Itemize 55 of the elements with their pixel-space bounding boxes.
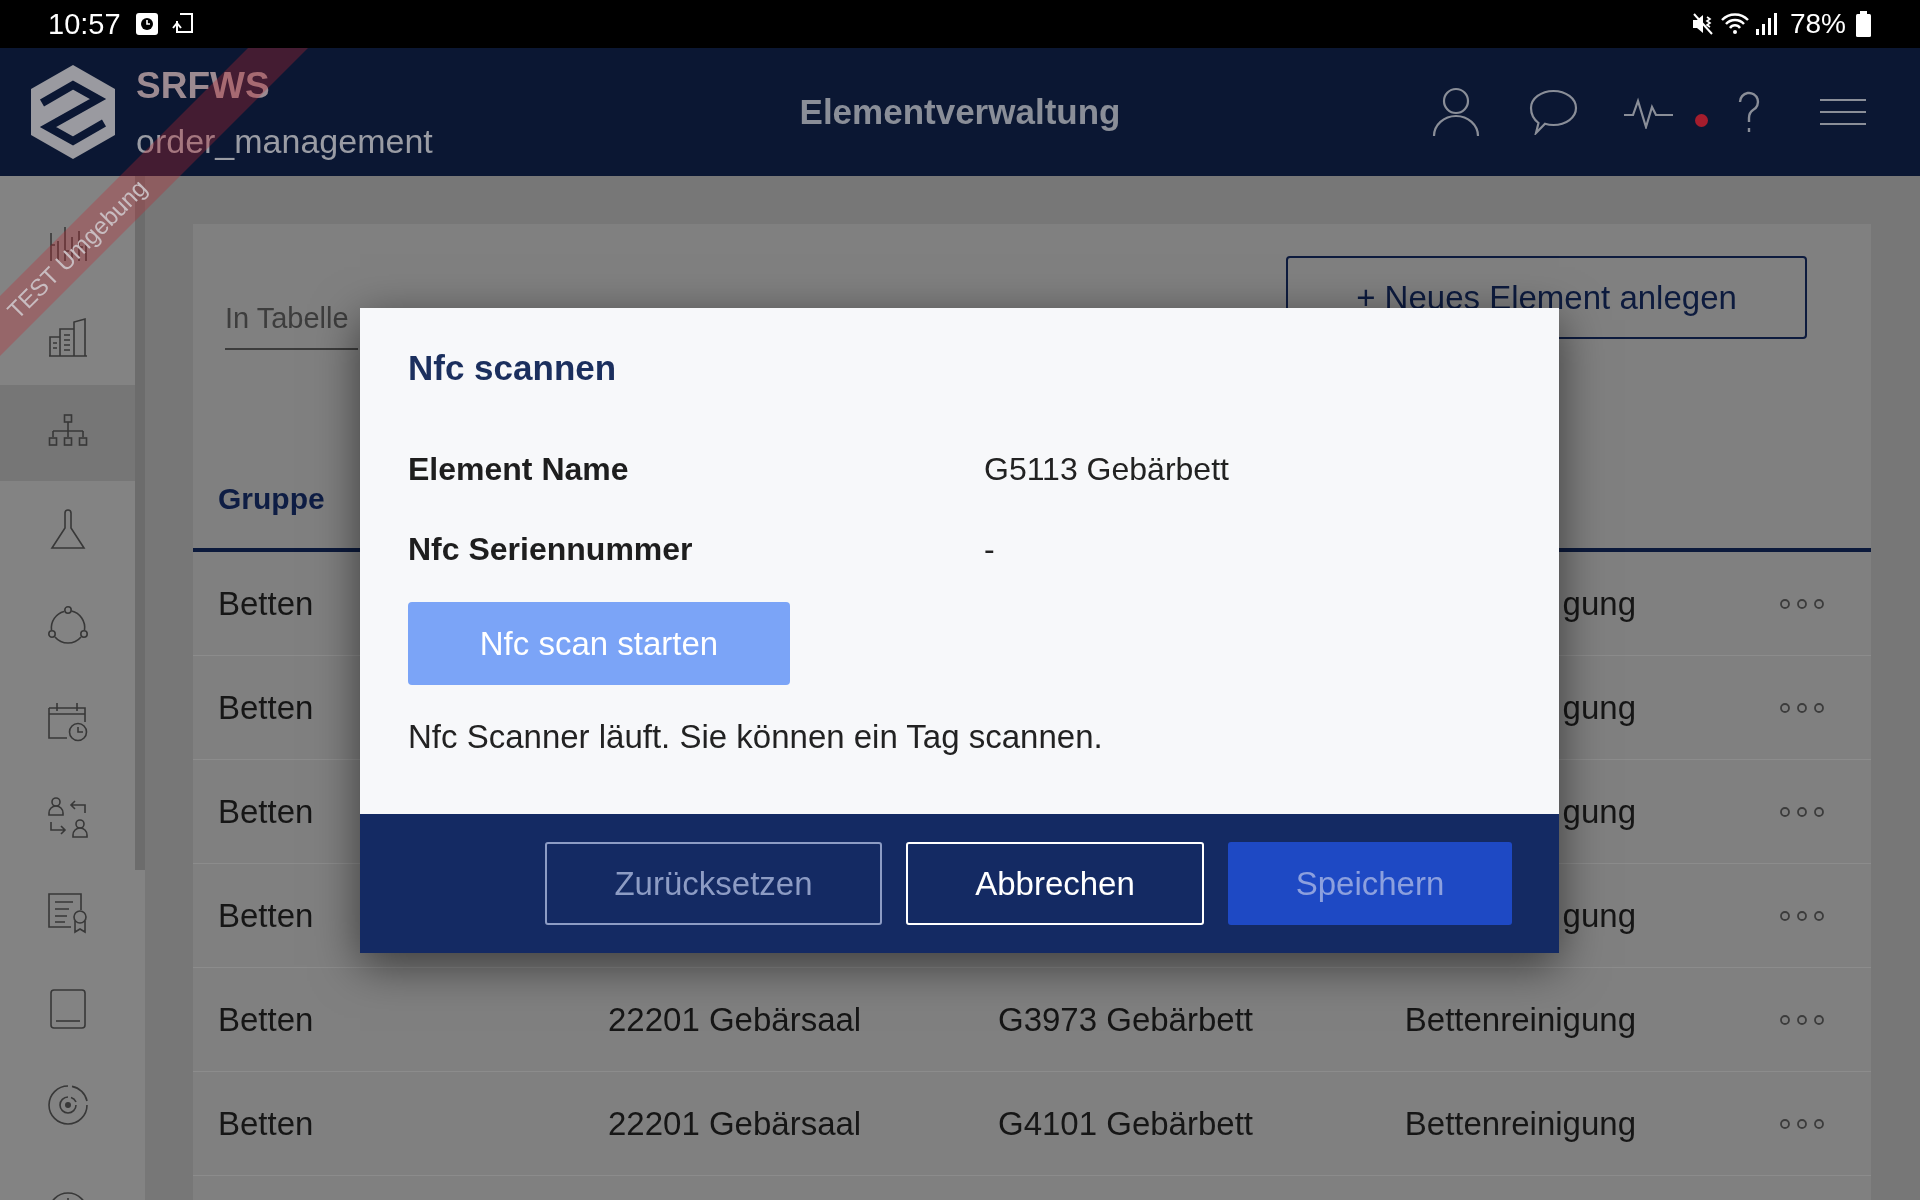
clock-time: 10:57 [48, 7, 121, 41]
table-cell-text: Betten [218, 583, 315, 624]
status-message: Nfc Scanner läuft. Sie können ein Tag scannen. [408, 717, 1104, 757]
user-swap-icon [46, 796, 89, 838]
more-icon[interactable] [1779, 1117, 1825, 1130]
battery-icon [1856, 11, 1871, 37]
table-cell-text: gung [1561, 895, 1636, 936]
dialog-title: Nfc scannen [408, 348, 618, 388]
calendar-clock-icon [46, 700, 89, 742]
field-label: Nfc Seriennummer [408, 530, 694, 569]
flask-icon [49, 508, 86, 550]
table-cell-text: Betten [218, 687, 315, 728]
sidebar-item[interactable] [0, 385, 135, 481]
menu-icon[interactable] [1820, 98, 1866, 126]
more-icon[interactable] [1779, 805, 1825, 818]
table-cell-text: Betten [218, 999, 315, 1040]
more-icon[interactable] [1779, 701, 1825, 714]
search-field[interactable]: In Tabelle [225, 296, 358, 350]
table-cell-text: Betten [218, 791, 315, 832]
field-value: G5113 Gebärbett [984, 450, 1229, 489]
alarm-icon [135, 13, 158, 35]
cycle-icon [46, 605, 89, 645]
table-cell-text: G3973 Gebärbett [998, 999, 1254, 1040]
certificate-icon [46, 892, 89, 934]
field-label: Element Name [408, 450, 630, 489]
user-icon[interactable] [1432, 87, 1480, 137]
tablet-icon [47, 988, 88, 1030]
help-icon[interactable] [1738, 91, 1760, 133]
wifi-icon [1719, 12, 1750, 36]
table-cell-text: Bettenreinigung [1403, 999, 1636, 1040]
mute-icon [1691, 12, 1714, 36]
buildings-icon [46, 317, 89, 357]
table-cell-text: Betten [218, 1103, 315, 1144]
chat-icon[interactable] [1529, 89, 1578, 135]
logo-icon [28, 63, 118, 161]
target-icon [46, 1084, 89, 1126]
table-cell-text: gung [1561, 687, 1636, 728]
table-cell-text: gung [1561, 583, 1636, 624]
brand-name: SRFWS [136, 63, 271, 108]
more-icon[interactable] [1779, 597, 1825, 610]
signal-icon [1755, 12, 1778, 36]
battery-percent: 78% [1789, 7, 1846, 41]
table-cell-text: gung [1561, 791, 1636, 832]
cancel-button[interactable]: Abbrechen [906, 842, 1204, 925]
screen-rotation-icon [170, 12, 195, 36]
table-cell-text: 22201 Gebärsaal [608, 999, 863, 1040]
scan-button[interactable]: Nfc scan starten [408, 602, 790, 685]
field-value: - [984, 530, 995, 569]
more-icon[interactable] [1779, 909, 1825, 922]
page-title: Elementverwaltung [799, 91, 1121, 133]
table-cell-text: 22201 Gebärsaal [608, 1103, 863, 1144]
table-cell-text: Betten [218, 895, 315, 936]
more-icon[interactable] [1779, 1013, 1825, 1026]
table-cell-text: Bettenreinigung [1403, 1103, 1636, 1144]
table-cell-text: G4101 Gebärbett [998, 1103, 1254, 1144]
